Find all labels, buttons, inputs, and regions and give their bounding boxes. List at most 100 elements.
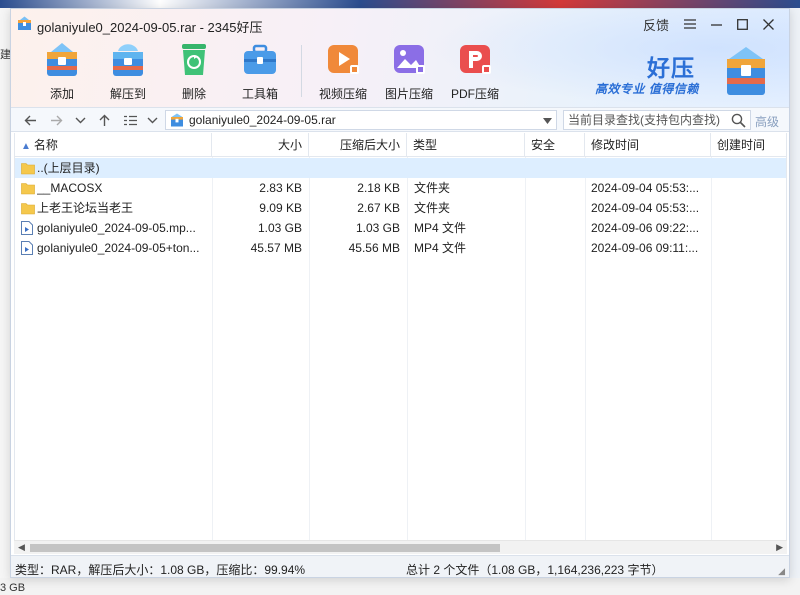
forward-button[interactable] (45, 110, 67, 130)
maximize-icon (736, 18, 748, 30)
row-size: 2.83 KB (259, 181, 302, 195)
archive-window: golaniyule0_2024-09-05.rar - 2345好压 反馈 添… (10, 8, 790, 578)
back-button[interactable] (19, 110, 41, 130)
main-toolbar: 添加 解压到 删除 工具箱 视频压缩 图片压缩 PDF压缩 (29, 39, 508, 105)
list-view-icon (123, 115, 137, 125)
horizontal-scrollbar[interactable]: ◀ ▶ (14, 540, 787, 554)
image-compress-icon (389, 39, 429, 79)
extract-icon (108, 39, 148, 79)
scroll-right-icon[interactable]: ▶ (776, 542, 783, 553)
recycle-delete-icon (174, 39, 214, 79)
status-bar: 类型：RAR，解压后大小：1.08 GB，压缩比：99.94% 总计 2 个文件… (11, 555, 789, 577)
row-size: 45.57 MB (250, 241, 302, 255)
resize-grip-icon[interactable]: ◢ (778, 566, 785, 577)
brand-logo: 好压 高效专业 值得信赖 (589, 43, 769, 103)
minimize-button[interactable] (703, 13, 729, 35)
chevron-down-icon (75, 117, 85, 123)
column-header-name-label: 名称 (33, 138, 58, 152)
image-compress-label: 图片压缩 (384, 87, 433, 101)
delete-button[interactable]: 删除 (161, 39, 227, 105)
window-title: golaniyule0_2024-09-05.rar - 2345好压 (37, 20, 263, 35)
arrow-up-icon (99, 114, 109, 126)
pdf-compress-button[interactable]: PDF压缩 (442, 39, 508, 105)
toolbar-separator (301, 45, 302, 97)
brand-slogan: 高效专业 值得信赖 (595, 82, 699, 96)
add-button[interactable]: 添加 (29, 39, 95, 105)
row-modified: 2024-09-06 09:11:... (591, 241, 699, 255)
search-box (563, 110, 751, 130)
image-compress-button[interactable]: 图片压缩 (376, 39, 442, 105)
scrollbar-thumb[interactable] (30, 544, 500, 552)
row-packed-size: 1.03 GB (355, 221, 400, 235)
folder-icon (21, 163, 35, 175)
column-header-created[interactable]: 创建时间 (711, 133, 788, 157)
toolbox-button[interactable]: 工具箱 (227, 39, 293, 105)
row-type: MP4 文件 (414, 221, 467, 235)
path-text: golaniyule0_2024-09-05.rar (189, 113, 336, 127)
row-modified: 2024-09-04 05:53:... (591, 201, 700, 215)
table-row[interactable]: golaniyule0_2024-09-05+ton... 45.57 MB 4… (15, 238, 786, 258)
arrow-left-icon (24, 115, 36, 125)
file-list: ▲ 名称 大小 压缩后大小 类型 安全 修改时间 创建时间 ..(上层目录) __… (14, 133, 787, 540)
rar-archive-icon (171, 113, 183, 127)
advanced-search-link[interactable]: 高级 (755, 113, 779, 130)
desktop-wallpaper-strip (0, 0, 800, 8)
toolbox-icon (240, 39, 280, 79)
path-combobox[interactable]: golaniyule0_2024-09-05.rar (165, 110, 557, 130)
title-controls: 反馈 (643, 13, 781, 35)
scroll-left-icon[interactable]: ◀ (18, 542, 25, 553)
column-header-packed-size[interactable]: 压缩后大小 (309, 133, 407, 157)
pdf-compress-label: PDF压缩 (450, 87, 499, 101)
up-level-button[interactable] (93, 110, 115, 130)
column-header-size[interactable]: 大小 (212, 133, 309, 157)
row-packed-size: 2.67 KB (357, 201, 400, 215)
brand-archive-box-icon (727, 47, 765, 95)
extract-label: 解压到 (109, 87, 146, 101)
video-compress-label: 视频压缩 (318, 87, 367, 101)
video-compress-icon (323, 39, 363, 79)
row-type: MP4 文件 (414, 241, 467, 255)
archive-info-text: 类型：RAR，解压后大小：1.08 GB，压缩比：99.94% (15, 563, 306, 577)
file-total-text: 总计 2 个文件（1.08 GB，1,164,236,223 字节） (406, 563, 664, 577)
search-icon[interactable] (731, 113, 746, 128)
history-dropdown-button[interactable] (69, 110, 91, 130)
desktop-background-bottom: 3 GB (0, 578, 800, 595)
view-mode-dropdown[interactable] (141, 110, 163, 130)
search-input[interactable] (568, 113, 728, 127)
close-button[interactable] (755, 13, 781, 35)
folder-icon (21, 203, 35, 215)
view-mode-button[interactable] (119, 110, 141, 130)
pdf-compress-icon (455, 39, 495, 79)
chevron-down-icon (147, 117, 157, 123)
address-bar: golaniyule0_2024-09-05.rar 高级 (11, 107, 789, 132)
add-archive-icon (42, 39, 82, 79)
column-header-type[interactable]: 类型 (407, 133, 525, 157)
table-row-parent-dir[interactable]: ..(上层目录) (15, 158, 786, 178)
maximize-button[interactable] (729, 13, 755, 35)
row-type: 文件夹 (414, 181, 451, 195)
arrow-right-icon (50, 115, 62, 125)
desktop-background-left: 建 (0, 8, 10, 595)
add-label: 添加 (49, 87, 74, 101)
row-name: golaniyule0_2024-09-05.mp... (37, 221, 196, 235)
close-icon (762, 18, 774, 30)
menu-button[interactable] (677, 13, 703, 35)
delete-label: 删除 (181, 87, 206, 101)
extract-to-button[interactable]: 解压到 (95, 39, 161, 105)
feedback-link[interactable]: 反馈 (643, 15, 669, 34)
row-name: ..(上层目录) (37, 161, 100, 175)
row-type: 文件夹 (414, 201, 451, 215)
toolbox-label: 工具箱 (241, 87, 278, 101)
row-name: __MACOSX (37, 181, 103, 195)
dropdown-triangle-icon (543, 118, 552, 124)
row-name: 上老王论坛当老王 (37, 201, 134, 215)
column-header-security[interactable]: 安全 (525, 133, 585, 157)
table-row[interactable]: golaniyule0_2024-09-05.mp... 1.03 GB 1.0… (15, 218, 786, 238)
desktop-partial-text: 建 (0, 49, 10, 61)
column-header-modified[interactable]: 修改时间 (585, 133, 711, 157)
table-row[interactable]: __MACOSX 2.83 KB 2.18 KB 文件夹 2024-09-04 … (15, 178, 786, 198)
video-compress-button[interactable]: 视频压缩 (310, 39, 376, 105)
brand-name: 好压 (647, 55, 695, 81)
table-row[interactable]: 上老王论坛当老王 9.09 KB 2.67 KB 文件夹 2024-09-04 … (15, 198, 786, 218)
column-header-name[interactable]: ▲ 名称 (15, 133, 212, 157)
